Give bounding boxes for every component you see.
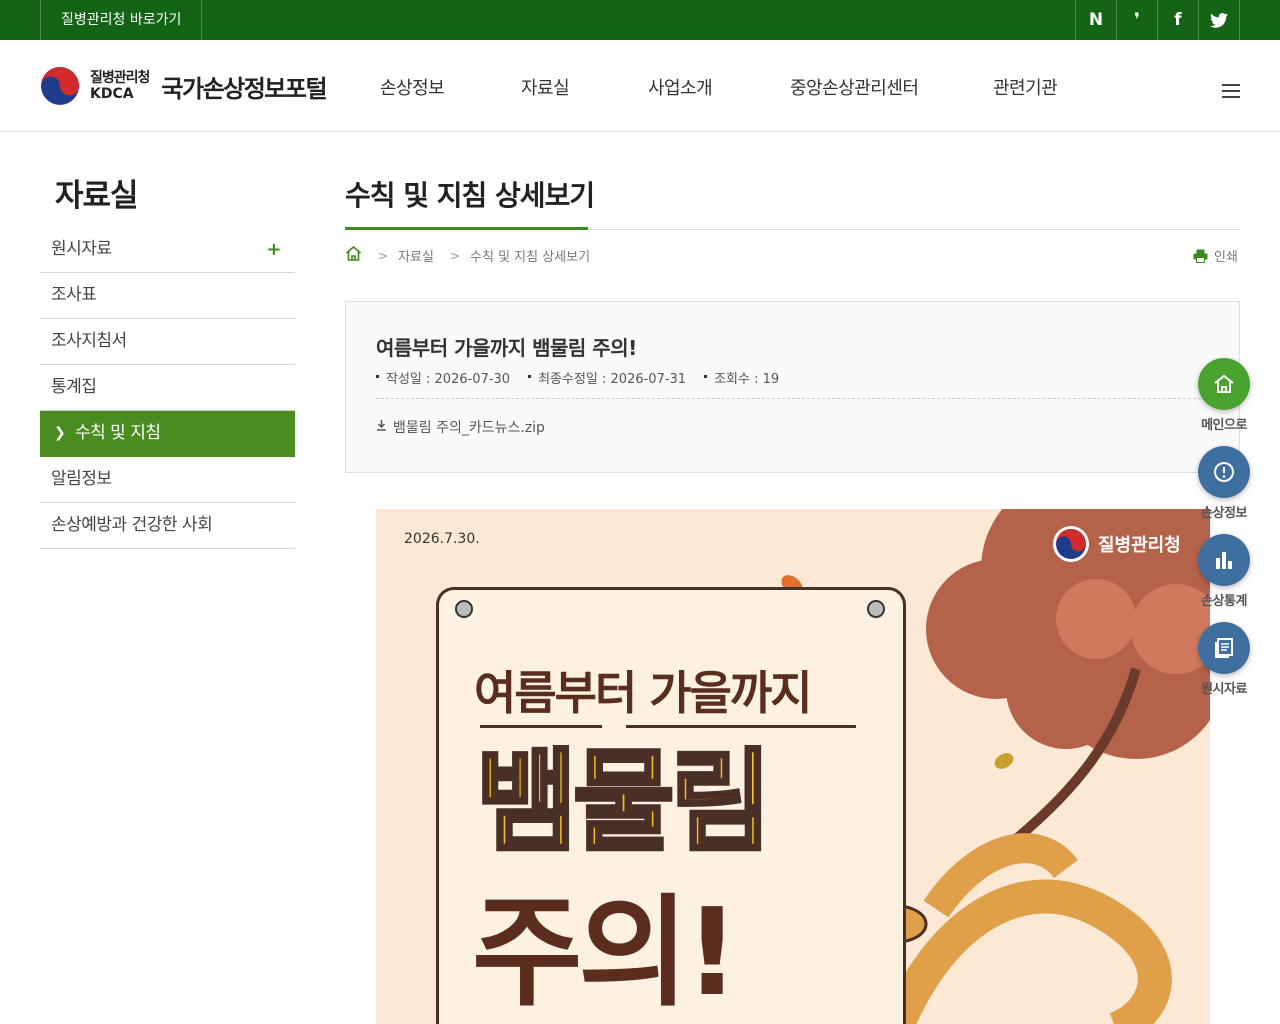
card-headline-main: 뱀물림 bbox=[474, 738, 774, 866]
twitter-icon[interactable] bbox=[1199, 0, 1240, 40]
sidebar-title: 자료실 bbox=[55, 178, 139, 214]
nav-related-orgs[interactable]: 관련기관 bbox=[993, 74, 1058, 100]
top-utility-bar: 질병관리청 바로가기 N ❜ f bbox=[0, 0, 1280, 40]
leaf-icon bbox=[994, 753, 1014, 769]
quick-injury-stats-button[interactable]: 손상통계 bbox=[1190, 534, 1258, 609]
pin-icon bbox=[455, 600, 473, 618]
nav-resources[interactable]: 자료실 bbox=[521, 74, 570, 100]
quick-injury-info-button[interactable]: 손상정보 bbox=[1190, 446, 1258, 521]
quick-raw-data-button[interactable]: 원시자료 bbox=[1190, 622, 1258, 697]
logo-portal-name: 국가손상정보포털 bbox=[161, 74, 327, 103]
print-label: 인쇄 bbox=[1214, 250, 1238, 265]
taegeuk-logo-icon bbox=[40, 66, 80, 106]
attachment-link[interactable]: 뱀물림 주의_카드뉴스.zip bbox=[376, 417, 545, 437]
naver-blog-icon[interactable]: N bbox=[1076, 0, 1117, 40]
card-date: 2026.7.30. bbox=[404, 531, 480, 547]
naver-post-icon[interactable]: ❜ bbox=[1117, 0, 1158, 40]
site-header: 질병관리청 KDCA 국가손상정보포털 손상정보 자료실 사업소개 중앙손상관리… bbox=[0, 40, 1280, 132]
post-meta: 작성일 : 2026-07-30 최종수정일 : 2026-07-31 조회수 … bbox=[376, 368, 797, 387]
post-divider bbox=[376, 398, 1211, 399]
facebook-icon[interactable]: f bbox=[1158, 0, 1199, 40]
sidebar-item-notices[interactable]: 알림정보 bbox=[40, 457, 295, 503]
card-headline-sub: 여름부터 가을까지 bbox=[474, 666, 813, 720]
nav-central-center[interactable]: 중앙손상관리센터 bbox=[790, 74, 919, 100]
sidebar-item-label: 원시자료 bbox=[51, 239, 112, 259]
chevron-right-icon: > bbox=[378, 248, 389, 263]
expand-plus-icon[interactable]: + bbox=[266, 227, 281, 272]
page-title: 수칙 및 지침 상세보기 bbox=[345, 179, 595, 212]
sidebar-item-label: 손상예방과 건강한 사회 bbox=[51, 515, 213, 535]
post-view-count: 조회수 : 19 bbox=[704, 368, 779, 387]
nav-injury-info[interactable]: 손상정보 bbox=[380, 74, 445, 100]
taegeuk-logo-icon bbox=[1053, 526, 1089, 562]
quick-label: 손상정보 bbox=[1201, 506, 1247, 521]
breadcrumb-item[interactable]: 자료실 bbox=[398, 246, 434, 265]
sidebar-item-label: 알림정보 bbox=[51, 469, 112, 489]
sidebar-menu: 원시자료 + 조사표 조사지침서 통계집 ❯ 수칙 및 지침 알림정보 손상예방… bbox=[40, 227, 295, 549]
card-rule-right bbox=[626, 725, 856, 728]
sidebar-item-statistics[interactable]: 통계집 bbox=[40, 365, 295, 411]
quick-label: 원시자료 bbox=[1201, 682, 1247, 697]
sidebar-item-raw-data[interactable]: 원시자료 + bbox=[40, 227, 295, 273]
sidebar-item-label: 통계집 bbox=[51, 377, 97, 397]
home-icon[interactable] bbox=[345, 245, 362, 265]
card-badge-text: 질병관리청 bbox=[1098, 535, 1181, 556]
site-logo[interactable]: 질병관리청 KDCA 국가손상정보포털 bbox=[40, 66, 328, 106]
sidebar-item-prevention[interactable]: 손상예방과 건강한 사회 bbox=[40, 503, 295, 549]
quick-home-button[interactable]: 메인으로 bbox=[1190, 358, 1258, 433]
download-icon bbox=[376, 420, 387, 434]
attachment-filename: 뱀물림 주의_카드뉴스.zip bbox=[393, 420, 545, 436]
post-modified-date: 최종수정일 : 2026-07-31 bbox=[528, 368, 686, 387]
print-button[interactable]: 인쇄 bbox=[1193, 246, 1238, 265]
pin-icon bbox=[867, 600, 885, 618]
logo-org-ko: 질병관리청 bbox=[90, 70, 150, 86]
home-icon bbox=[1198, 358, 1250, 410]
nav-business[interactable]: 사업소개 bbox=[648, 74, 713, 100]
post-header-box: 여름부터 가을까지 뱀물림 주의! 작성일 : 2026-07-30 최종수정일… bbox=[345, 301, 1240, 473]
quick-label: 메인으로 bbox=[1201, 418, 1247, 433]
breadcrumb-item[interactable]: 수칙 및 지침 상세보기 bbox=[470, 246, 590, 265]
bar-chart-icon bbox=[1198, 534, 1250, 586]
kdca-shortcut-link[interactable]: 질병관리청 바로가기 bbox=[40, 0, 203, 40]
logo-org-en: KDCA bbox=[90, 86, 134, 102]
chevron-right-icon: ❯ bbox=[54, 425, 66, 441]
printer-icon bbox=[1193, 249, 1208, 263]
sidebar-item-guide[interactable]: 조사지침서 bbox=[40, 319, 295, 365]
post-title: 여름부터 가을까지 뱀물림 주의! bbox=[376, 336, 637, 360]
card-kdca-badge: 질병관리청 bbox=[1052, 525, 1181, 563]
post-created-date: 작성일 : 2026-07-30 bbox=[376, 368, 510, 387]
card-headline-warning: 주의! bbox=[472, 884, 740, 1023]
hamburger-icon[interactable] bbox=[1222, 84, 1240, 98]
sidebar-item-rules[interactable]: ❯ 수칙 및 지침 bbox=[40, 411, 295, 457]
sidebar-item-survey[interactable]: 조사표 bbox=[40, 273, 295, 319]
sidebar-item-label: 수칙 및 지침 bbox=[75, 423, 161, 443]
sidebar-item-label: 조사표 bbox=[51, 285, 97, 305]
title-underline-accent bbox=[345, 227, 588, 230]
card-rule-left bbox=[480, 725, 602, 728]
sns-links: N ❜ f bbox=[1075, 0, 1240, 40]
breadcrumb: > 자료실 > 수칙 및 지침 상세보기 bbox=[345, 245, 590, 265]
card-news-image: 2026.7.30. 질병관리청 여름부터 가을까지 뱀물림 주의! bbox=[376, 509, 1210, 1024]
chevron-right-icon: > bbox=[449, 248, 461, 263]
alert-icon bbox=[1198, 446, 1250, 498]
sidebar-item-label: 조사지침서 bbox=[51, 331, 127, 351]
quick-label: 손상통계 bbox=[1201, 594, 1247, 609]
document-icon bbox=[1198, 622, 1250, 674]
